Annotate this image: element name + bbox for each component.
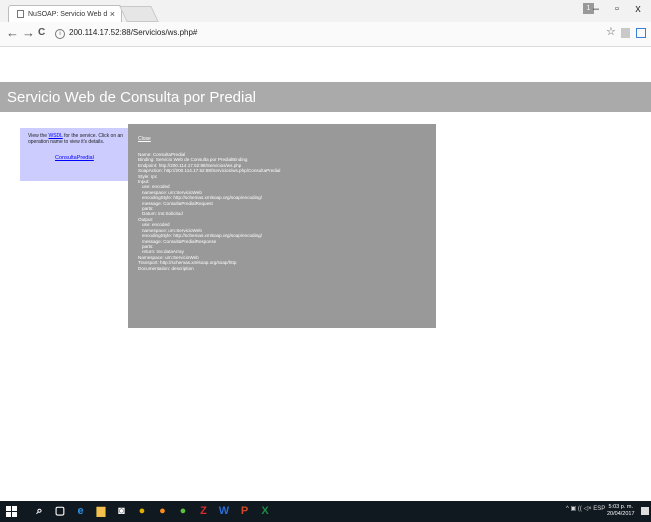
address-text: 200.114.17.52:88/Servicios/ws.php# <box>69 28 198 37</box>
detail-value: message: ConsultaPredialResponse <box>142 238 217 244</box>
detail-line: SoapAction: http://200.114.17.52:88/Serv… <box>138 168 280 173</box>
back-button[interactable]: ← <box>6 25 19 40</box>
tab-title: NuSOAP: Servicio Web d <box>28 11 108 18</box>
address-bar[interactable]: i 200.114.17.52:88/Servicios/ws.php# <box>55 26 197 40</box>
filezilla-icon[interactable]: Z <box>198 506 209 517</box>
detail-value: Datum: tns:Solicitud <box>142 211 183 217</box>
detail-value: namespace: urn:ServicioWeb <box>142 227 202 233</box>
detail-value: urn:ServicioWeb <box>165 254 199 260</box>
maximize-button[interactable]: ▫ <box>608 3 626 15</box>
detail-key: Style: <box>138 173 150 179</box>
detail-value: encodingStyle: http://schemas.xmlsoap.or… <box>142 233 263 239</box>
operation-details: Name: ConsultaPredial Binding: Servicio W… <box>138 152 280 271</box>
site-info-icon[interactable]: i <box>55 29 65 39</box>
detail-key: Transport: <box>138 260 159 266</box>
detail-key: Name: <box>138 152 152 157</box>
detail-value: http://schemas.xmlsoap.org/soap/http <box>160 260 237 266</box>
page-header: Servicio Web de Consulta por Predial <box>0 82 651 112</box>
extension-icon[interactable] <box>636 28 646 38</box>
clock[interactable]: 5:03 p. m. 20/04/2017 <box>607 504 635 518</box>
operations-nav: View the WSDL for the service. Click on … <box>20 128 132 181</box>
forward-button[interactable]: → <box>22 25 35 40</box>
start-button[interactable] <box>6 506 17 517</box>
detail-value: namespace: urn:ServicioWeb <box>142 189 202 195</box>
detail-value: description <box>171 265 194 271</box>
app-green-icon[interactable]: ● <box>178 506 189 517</box>
operation-link[interactable]: ConsultaPredial <box>55 155 94 161</box>
close-window-button[interactable]: x <box>629 3 647 15</box>
detail-value: message: ConsultaPredialRequest <box>142 200 213 206</box>
minimize-button[interactable]: – <box>587 3 605 15</box>
new-tab-button[interactable] <box>119 6 159 22</box>
detail-value: use: encoded <box>142 222 170 228</box>
clock-date: 20/04/2017 <box>607 511 635 517</box>
close-link[interactable]: Close <box>138 136 151 142</box>
detail-value: rpc <box>150 173 158 179</box>
chrome-icon[interactable]: ● <box>137 506 148 517</box>
excel-icon[interactable]: X <box>260 506 271 517</box>
detail-line: Documentation: description <box>138 266 280 271</box>
edge-icon[interactable]: e <box>75 506 86 517</box>
reload-button[interactable]: C <box>38 27 45 38</box>
page-title: Servicio Web de Consulta por Predial <box>7 89 257 106</box>
intro-text: View the WSDL for the service. Click on … <box>28 133 132 145</box>
powerpoint-icon[interactable]: P <box>239 506 250 517</box>
detail-key: SoapAction: <box>138 168 163 174</box>
search-icon[interactable]: ⌕ <box>34 506 45 517</box>
operation-details-popup: Close Name: ConsultaPredial Binding: Serv… <box>128 124 436 328</box>
detail-value: Servicio Web de Consulta por PredialBind… <box>155 157 248 163</box>
detail-value: parts: <box>142 243 154 249</box>
file-explorer-icon[interactable]: ▆ <box>96 506 107 517</box>
detail-value: http://200.114.17.52:88/Servicios/ws.php… <box>164 168 281 174</box>
detail-value: use: encoded <box>142 184 170 190</box>
firefox-icon[interactable]: ● <box>157 506 168 517</box>
detail-value: return: tns:dataArray <box>142 249 184 255</box>
notification-center-icon[interactable] <box>641 507 649 515</box>
tab-close-icon[interactable]: × <box>110 6 115 23</box>
windows-taskbar: ⌕ ▢ e ▆ ◙ ● ● ● Z W P X ^ ▣ (( ◁× ESP 5:03 p. m. 20… <box>0 501 651 522</box>
window-controls: – ▫ x <box>587 3 647 15</box>
detail-key: Binding: <box>138 157 155 163</box>
store-icon[interactable]: ◙ <box>116 506 127 517</box>
bookmark-star-icon[interactable]: ☆ <box>606 25 616 38</box>
detail-value: encodingStyle: http://schemas.xmlsoap.or… <box>142 195 263 201</box>
detail-key: Input: <box>138 179 150 185</box>
browser-tab[interactable]: NuSOAP: Servicio Web d × <box>8 5 122 23</box>
extension-icon[interactable] <box>621 28 630 38</box>
detail-value: parts: <box>142 206 154 212</box>
tab-bar: NuSOAP: Servicio Web d × 1 – ▫ x <box>0 0 651 23</box>
task-view-icon[interactable]: ▢ <box>55 506 66 517</box>
detail-value: ConsultaPredial <box>152 152 186 157</box>
page-favicon-icon <box>17 10 24 18</box>
system-tray[interactable]: ^ ▣ (( ◁× ESP <box>566 505 605 512</box>
detail-key: Output: <box>138 216 154 222</box>
detail-key: Namespace: <box>138 254 164 260</box>
browser-toolbar: ← → C i 200.114.17.52:88/Servicios/ws.php… <box>0 22 651 47</box>
detail-value: http://200.114.17.52:88/Servicios/ws.php <box>158 162 242 168</box>
clock-time: 5:03 p. m. <box>608 504 633 510</box>
detail-key: Endpoint: <box>138 162 158 168</box>
detail-key: Documentation: <box>138 265 171 271</box>
word-icon[interactable]: W <box>219 506 230 517</box>
